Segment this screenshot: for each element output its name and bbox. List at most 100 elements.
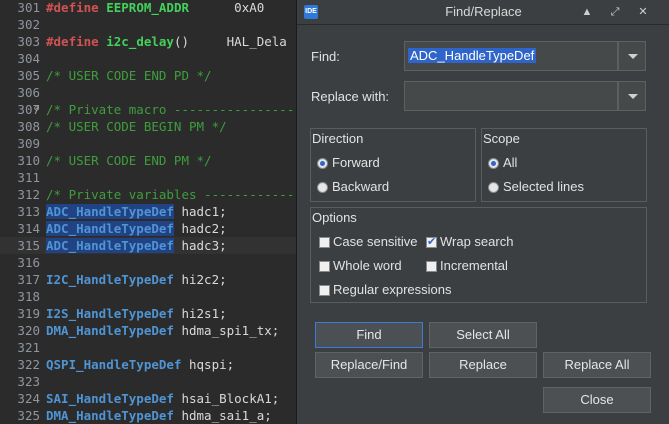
line-number: 301	[17, 0, 40, 15]
direction-group: Direction Forward Backward	[310, 128, 476, 202]
line-number: 304	[17, 51, 40, 66]
line-number: 325	[17, 408, 40, 423]
forward-radio[interactable]	[317, 158, 328, 169]
scope-all-label[interactable]: All	[503, 155, 517, 170]
replace-find-button[interactable]: Replace/Find	[315, 352, 423, 378]
find-input-value: ADC_HandleTypeDef	[408, 48, 537, 63]
regex-label[interactable]: Regular expressions	[333, 282, 452, 297]
code-text: /* Private variables -------------	[46, 186, 302, 203]
direction-title: Direction	[312, 131, 364, 146]
line-number: 316	[17, 255, 40, 270]
code-token: hdma_sai1_a;	[173, 408, 272, 423]
scope-selected-lines-label[interactable]: Selected lines	[503, 179, 584, 194]
line-number: 302	[17, 17, 40, 32]
code-token: hi2c2;	[173, 272, 227, 287]
line-number: 321	[17, 340, 40, 355]
code-token: /* USER CODE END PM */	[46, 153, 212, 168]
close-button[interactable]: Close	[543, 387, 651, 413]
line-number: 317	[17, 272, 40, 287]
line-number: 306	[17, 85, 40, 100]
line-number: 320	[17, 323, 40, 338]
wrap-search-checkbox[interactable]	[426, 235, 437, 248]
code-token: EEPROM_ADDR	[106, 0, 190, 15]
replace-all-button[interactable]: Replace All	[543, 352, 651, 378]
code-text: #define EEPROM_ADDR 0xA0	[46, 0, 264, 16]
scope-title: Scope	[483, 131, 520, 146]
line-number: 309	[17, 136, 40, 151]
code-token: #define	[46, 34, 107, 49]
code-token: hdma_spi1_tx;	[173, 323, 280, 338]
restore-icon[interactable]: ⤢	[606, 4, 624, 20]
close-icon[interactable]: ✕	[634, 4, 652, 20]
line-number: 310	[17, 153, 40, 168]
scope-group: Scope All Selected lines	[481, 128, 647, 202]
code-token: /* USER CODE END PD */	[46, 68, 212, 83]
replace-dropdown-arrow-icon[interactable]	[618, 81, 646, 111]
replace-label: Replace with:	[311, 89, 390, 104]
code-text: /* USER CODE END PM */	[46, 152, 212, 169]
case-sensitive-label[interactable]: Case sensitive	[333, 234, 418, 249]
scope-all-radio[interactable]	[488, 158, 499, 169]
line-number: 308	[17, 119, 40, 134]
fold-toggle-icon[interactable]: ⊖	[34, 101, 39, 118]
minimize-icon[interactable]: ▲	[578, 4, 596, 20]
code-token: hi2s1;	[173, 306, 227, 321]
find-input[interactable]: ADC_HandleTypeDef	[404, 41, 618, 71]
code-text: /* USER CODE BEGIN PM */	[46, 118, 227, 135]
code-text: ADC_HandleTypeDef hadc3;	[46, 237, 227, 254]
code-text: #define i2c_delay() HAL_Dela	[46, 33, 287, 50]
incremental-label[interactable]: Incremental	[440, 258, 508, 273]
code-token: hsai_BlockA1;	[173, 391, 280, 406]
replace-button[interactable]: Replace	[429, 352, 537, 378]
find-replace-dialog: IDE Find/Replace ▲ ⤢ ✕ Find: ADC_HandleT…	[296, 0, 669, 424]
line-number: 318	[17, 289, 40, 304]
select-all-button[interactable]: Select All	[429, 322, 537, 348]
code-token: hadc1;	[173, 204, 227, 219]
find-dropdown-arrow-icon[interactable]	[618, 41, 646, 71]
wrap-search-label[interactable]: Wrap search	[440, 234, 513, 249]
line-number: 315	[17, 238, 40, 253]
backward-label[interactable]: Backward	[332, 179, 389, 194]
line-number: 313	[17, 204, 40, 219]
whole-word-label[interactable]: Whole word	[333, 258, 402, 273]
find-button[interactable]: Find	[315, 322, 423, 348]
code-text: ADC_HandleTypeDef hadc1;	[46, 203, 227, 220]
replace-input[interactable]	[404, 81, 618, 111]
code-token: hadc2;	[173, 221, 227, 236]
code-token: DMA_HandleTypeDef	[46, 408, 174, 423]
line-number: 323	[17, 374, 40, 389]
code-token: ADC_HandleTypeDef	[46, 221, 174, 236]
code-text: /* Private macro -----------------	[46, 101, 302, 118]
code-token: DMA_HandleTypeDef	[46, 323, 174, 338]
line-number: 319	[17, 306, 40, 321]
code-text: QSPI_HandleTypeDef hqspi;	[46, 356, 234, 373]
code-text: I2S_HandleTypeDef hi2s1;	[46, 305, 227, 322]
find-label: Find:	[311, 49, 340, 64]
line-number: 322	[17, 357, 40, 372]
code-token: i2c_delay	[106, 34, 174, 49]
code-text: SAI_HandleTypeDef hsai_BlockA1;	[46, 390, 279, 407]
code-token: 0xA0	[189, 0, 265, 15]
code-text: /* USER CODE END PD */	[46, 67, 212, 84]
code-token: #define	[46, 0, 107, 15]
case-sensitive-checkbox[interactable]	[319, 237, 330, 248]
code-token: I2S_HandleTypeDef	[46, 306, 174, 321]
line-number: 305	[17, 68, 40, 83]
code-token: /* USER CODE BEGIN PM */	[46, 119, 227, 134]
scope-selected-lines-radio[interactable]	[488, 182, 499, 193]
incremental-checkbox[interactable]	[426, 261, 437, 272]
line-number: 312	[17, 187, 40, 202]
code-text: ADC_HandleTypeDef hadc2;	[46, 220, 227, 237]
options-group: Options Case sensitive Wrap search Whole…	[310, 207, 647, 303]
code-text: DMA_HandleTypeDef hdma_spi1_tx;	[46, 322, 279, 339]
regex-checkbox[interactable]	[319, 285, 330, 296]
dialog-titlebar[interactable]: IDE Find/Replace ▲ ⤢ ✕	[297, 0, 669, 25]
code-token: SAI_HandleTypeDef	[46, 391, 174, 406]
forward-label[interactable]: Forward	[332, 155, 380, 170]
whole-word-checkbox[interactable]	[319, 261, 330, 272]
code-token: hqspi;	[181, 357, 235, 372]
options-title: Options	[312, 210, 357, 225]
backward-radio[interactable]	[317, 182, 328, 193]
code-text: I2C_HandleTypeDef hi2c2;	[46, 271, 227, 288]
code-token: () HAL_Dela	[173, 34, 287, 49]
